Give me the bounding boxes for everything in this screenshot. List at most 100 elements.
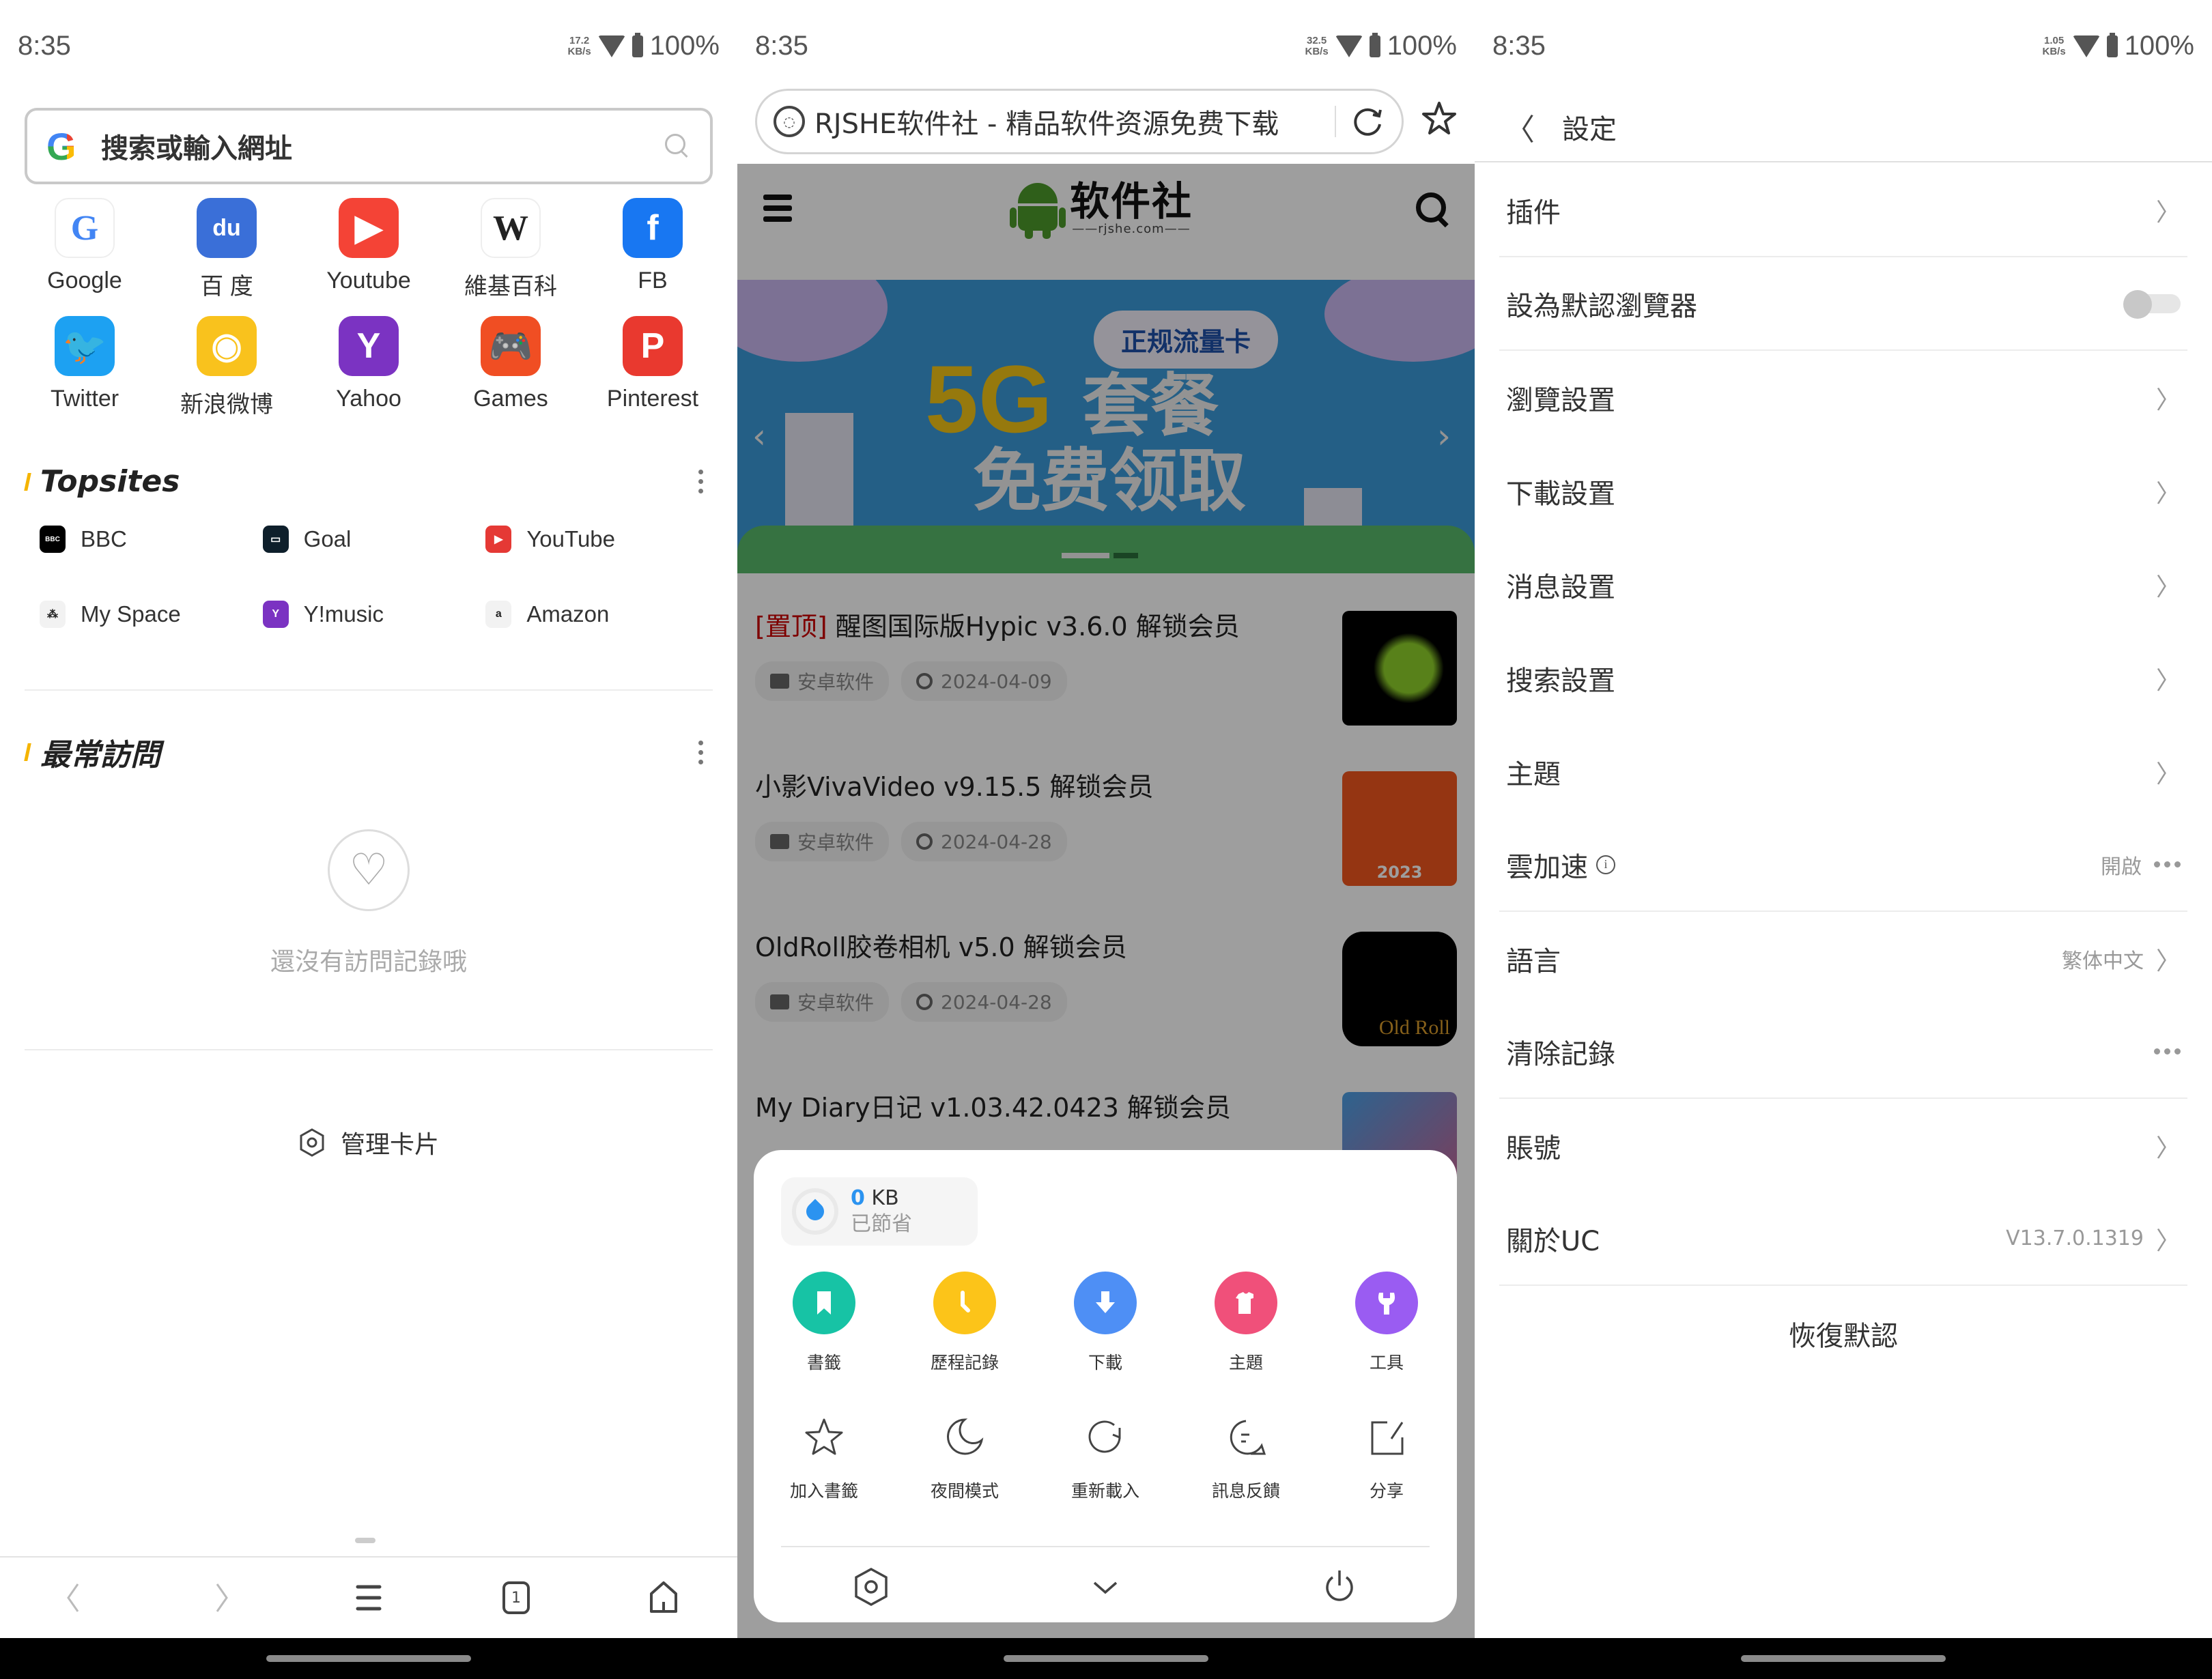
google-logo-icon: G bbox=[46, 124, 87, 169]
status-time: 8:35 bbox=[1492, 31, 1546, 61]
topsite-item[interactable]: a Amazon bbox=[485, 601, 709, 628]
exit-power-button[interactable] bbox=[1312, 1560, 1367, 1614]
settings-item[interactable]: 瀏覽設置 〉 bbox=[1499, 351, 2187, 444]
menu-secondary-row: 加入書籤 夜間模式 重新載入 訊息反饋 分享 bbox=[754, 1407, 1457, 1502]
shortcut-item[interactable]: G Google bbox=[14, 198, 156, 301]
menu-item-add-bookmark[interactable]: 加入書籤 bbox=[754, 1407, 894, 1502]
frequent-more-icon[interactable] bbox=[690, 738, 711, 767]
menu-item-share[interactable]: 分享 bbox=[1316, 1407, 1457, 1502]
url-separator bbox=[1335, 106, 1336, 137]
forward-button[interactable] bbox=[194, 1570, 249, 1625]
bookmark-star-icon[interactable] bbox=[1420, 100, 1458, 138]
home-gesture-pill[interactable] bbox=[266, 1655, 471, 1662]
restore-defaults-button[interactable]: 恢復默認 bbox=[1499, 1286, 2187, 1381]
shortcut-label: Yahoo bbox=[336, 386, 401, 412]
topsite-item[interactable]: BBC BBC bbox=[40, 526, 263, 553]
shortcut-item[interactable]: ◉ 新浪微博 bbox=[156, 316, 298, 419]
menu-item-download[interactable]: 下載 bbox=[1035, 1272, 1176, 1374]
settings-item-value: 開啟 bbox=[2101, 855, 2142, 879]
chevron-right-icon: 〉 bbox=[2155, 1134, 2181, 1162]
topsite-item[interactable]: ▭ Goal bbox=[262, 526, 486, 553]
settings-item-label: 賬號 bbox=[1506, 1132, 1561, 1164]
battery-icon bbox=[2106, 32, 2118, 57]
shortcut-label: Pinterest bbox=[606, 386, 699, 412]
site-security-icon[interactable]: ◌ bbox=[774, 106, 805, 137]
pinterest-icon: P bbox=[623, 316, 683, 376]
settings-item[interactable]: 消息設置 〉 bbox=[1499, 538, 2187, 631]
shortcut-item[interactable]: f FB bbox=[582, 198, 724, 301]
shortcut-item[interactable]: 🎮 Games bbox=[440, 316, 582, 419]
settings-item[interactable]: 設為默認瀏覽器 bbox=[1499, 257, 2187, 351]
tab-count: 1 bbox=[511, 1589, 521, 1607]
reload-icon[interactable] bbox=[1350, 104, 1385, 139]
settings-item[interactable]: 清除記錄 bbox=[1499, 1005, 2187, 1099]
settings-item-label: 設為默認瀏覽器 bbox=[1506, 290, 1697, 322]
info-icon[interactable]: i bbox=[1596, 855, 1615, 874]
page-title[interactable]: RJSHE软件社 - 精品软件资源免费下载 bbox=[814, 102, 1335, 141]
tabs-button[interactable]: 1 bbox=[489, 1570, 543, 1625]
menu-item-label: 下載 bbox=[1088, 1353, 1122, 1373]
settings-item[interactable]: 語言 繁体中文〉 bbox=[1499, 912, 2187, 1005]
settings-item[interactable]: 關於UC V13.7.0.1319 〉 bbox=[1499, 1192, 2187, 1286]
settings-hex-icon bbox=[298, 1128, 326, 1158]
menu-item-tools[interactable]: 工具 bbox=[1316, 1272, 1457, 1374]
google-icon: G bbox=[55, 198, 115, 258]
saved-label: 已節省 bbox=[851, 1212, 912, 1236]
status-time: 8:35 bbox=[18, 31, 71, 61]
frequent-title: 最常訪問 bbox=[40, 738, 160, 773]
topsite-label: Goal bbox=[303, 526, 352, 551]
back-chevron-icon[interactable]: 〈 bbox=[1505, 105, 1535, 149]
shortcut-label: Youtube bbox=[326, 268, 411, 293]
manage-cards-button[interactable]: 管理卡片 bbox=[0, 1125, 737, 1160]
chevron-right-icon: 〉 bbox=[2155, 386, 2181, 414]
settings-item[interactable]: 插件 〉 bbox=[1499, 164, 2187, 257]
saved-amount: 0 KB bbox=[851, 1186, 899, 1210]
settings-item[interactable]: 雲加速 i 開啟 bbox=[1499, 818, 2187, 912]
data-saved-widget[interactable]: 0 KB 已節省 bbox=[781, 1177, 978, 1246]
shortcut-item[interactable]: 🐦 Twitter bbox=[14, 316, 156, 419]
shortcut-item[interactable]: P Pinterest bbox=[582, 316, 724, 419]
collapse-menu-button[interactable] bbox=[1078, 1560, 1133, 1614]
menu-item-reload[interactable]: 重新載入 bbox=[1035, 1407, 1176, 1502]
menu-item-night-mode[interactable]: 夜間模式 bbox=[894, 1407, 1035, 1502]
games-icon: 🎮 bbox=[481, 316, 541, 376]
home-gesture-pill[interactable] bbox=[1741, 1655, 1946, 1662]
topsite-item[interactable]: ⁂ My Space bbox=[40, 601, 263, 628]
home-button[interactable] bbox=[636, 1570, 691, 1625]
menu-button[interactable] bbox=[341, 1570, 396, 1625]
shortcut-label: 百 度 bbox=[200, 274, 253, 300]
settings-item[interactable]: 主題 〉 bbox=[1499, 725, 2187, 818]
menu-item-feedback[interactable]: 訊息反饋 bbox=[1176, 1407, 1316, 1502]
more-dots-icon[interactable] bbox=[2154, 861, 2181, 867]
settings-item[interactable]: 搜索設置 〉 bbox=[1499, 631, 2187, 725]
search-icon[interactable] bbox=[664, 132, 691, 160]
default-browser-toggle[interactable] bbox=[2123, 289, 2181, 319]
back-button[interactable] bbox=[46, 1570, 101, 1625]
search-input[interactable]: G 搜索或輸入網址 bbox=[25, 108, 713, 184]
weibo-icon: ◉ bbox=[197, 316, 257, 376]
topsites-more-icon[interactable] bbox=[690, 467, 711, 496]
theme-icon bbox=[1215, 1272, 1277, 1334]
menu-item-theme[interactable]: 主題 bbox=[1176, 1272, 1316, 1374]
drag-handle[interactable] bbox=[355, 1538, 375, 1543]
settings-header: 〈 設定 bbox=[1475, 92, 2212, 162]
settings-item[interactable]: 下載設置 〉 bbox=[1499, 444, 2187, 538]
settings-button[interactable] bbox=[844, 1560, 898, 1614]
shortcut-item[interactable]: Y Yahoo bbox=[298, 316, 440, 419]
home-gesture-pill[interactable] bbox=[1004, 1655, 1208, 1662]
topsite-item[interactable]: Y Y!music bbox=[262, 601, 486, 628]
bottom-toolbar: 1 bbox=[0, 1556, 737, 1638]
settings-item[interactable]: 賬號 〉 bbox=[1499, 1099, 2187, 1192]
shortcut-item[interactable]: ▶ Youtube bbox=[298, 198, 440, 301]
shortcut-item[interactable]: du 百 度 bbox=[156, 198, 298, 301]
bookmark-icon bbox=[793, 1272, 855, 1334]
ymusic-icon: Y bbox=[262, 601, 289, 628]
menu-item-history[interactable]: 歷程記錄 bbox=[894, 1272, 1035, 1374]
empty-history-text: 還沒有訪問記錄哦 bbox=[270, 948, 467, 976]
history-icon bbox=[933, 1272, 996, 1334]
topsite-item[interactable]: ▶ YouTube bbox=[485, 526, 709, 553]
more-dots-icon[interactable] bbox=[2154, 1048, 2181, 1054]
address-bar[interactable]: ◌ RJSHE软件社 - 精品软件资源免费下载 bbox=[755, 89, 1404, 154]
menu-item-bookmark[interactable]: 書籤 bbox=[754, 1272, 894, 1374]
shortcut-item[interactable]: W 維基百科 bbox=[440, 198, 582, 301]
